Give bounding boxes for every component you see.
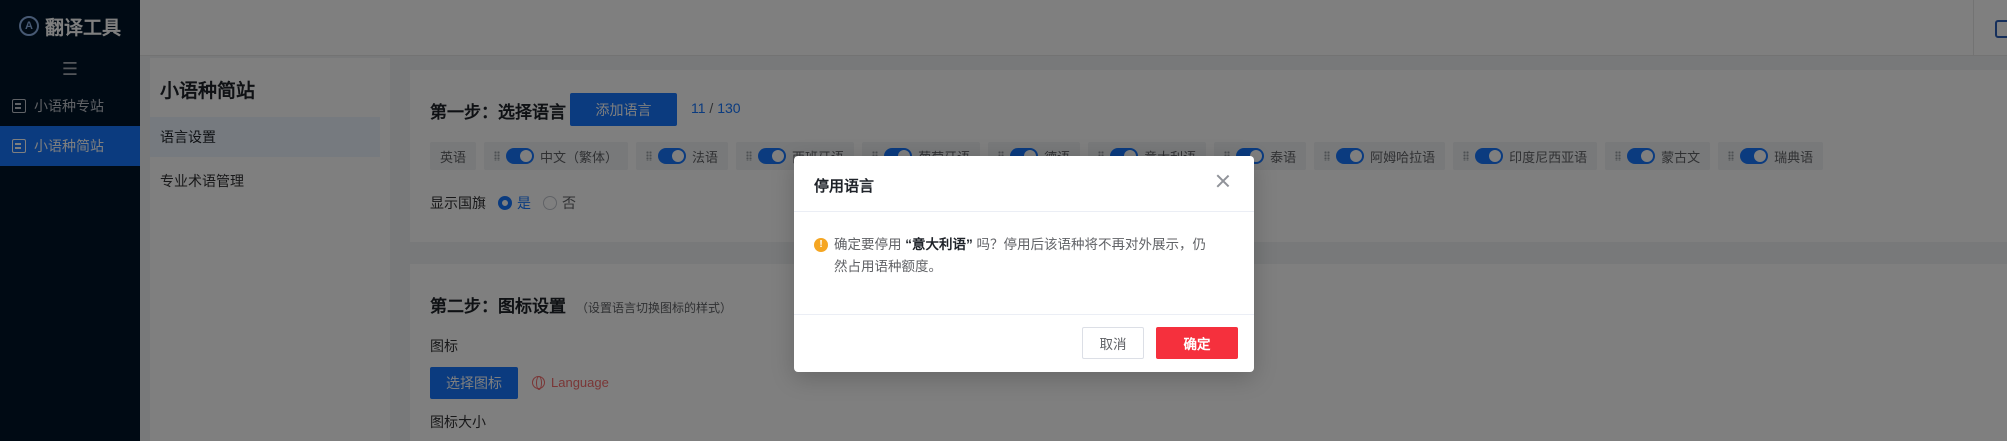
- close-icon[interactable]: [1214, 172, 1232, 190]
- disable-language-dialog: 停用语言 ! 确定要停用 “意大利语” 吗？停用后该语种将不再对外展示，仍然占用…: [794, 156, 1254, 372]
- dialog-message: ! 确定要停用 “意大利语” 吗？停用后该语种将不再对外展示，仍然占用语种额度。: [814, 234, 1214, 278]
- cancel-button[interactable]: 取消: [1082, 327, 1144, 359]
- language-name: “意大利语”: [905, 237, 973, 252]
- confirm-button[interactable]: 确定: [1156, 327, 1238, 359]
- dialog-title: 停用语言: [814, 178, 875, 195]
- dialog-header: 停用语言: [794, 156, 1254, 212]
- dialog-footer: 取消 确定: [794, 314, 1254, 372]
- warning-icon: !: [814, 238, 828, 252]
